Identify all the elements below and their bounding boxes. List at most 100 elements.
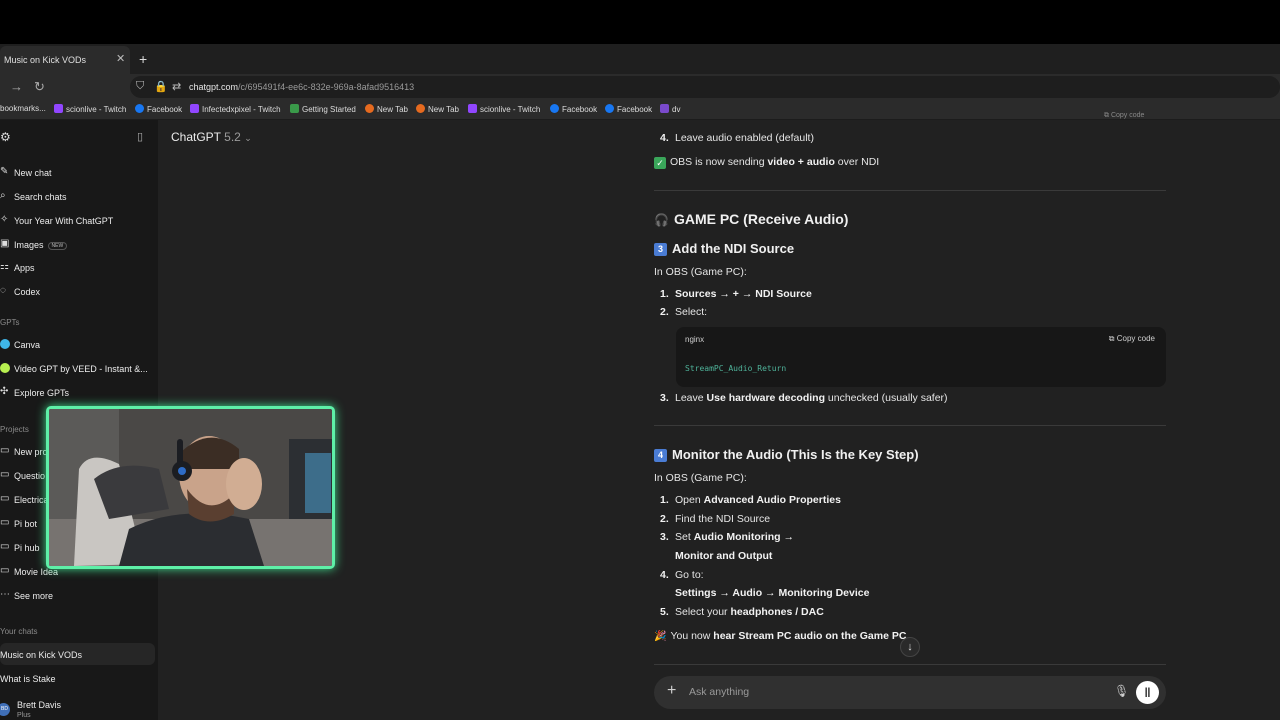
text-bold: headphones / DAC [730,606,824,618]
apps-icon: ⚏ [0,261,9,272]
folder-icon: ▭ [0,541,10,552]
folder-icon: ▭ [0,493,10,504]
folder-icon: ▭ [0,565,10,576]
text: Set [675,531,694,543]
bookmark-item[interactable]: scionlive - Twitch [54,104,126,114]
sidebar-item-new-chat[interactable]: ✎ New chat [0,161,158,183]
list-item: Sources → + → NDI Source [675,288,812,300]
bookmark-item[interactable]: scionlive - Twitch [468,104,540,114]
sidebar-item-label: New chat [14,168,52,178]
bookmark-label: New Tab [377,105,408,114]
text: Select your [675,606,731,618]
bookmark-item[interactable]: Facebook [605,104,652,114]
canva-icon [0,339,10,352]
sidebar-item-canva[interactable]: Canva [0,333,158,355]
headphones-icon: 🎧 [654,213,669,227]
bookmark-item[interactable]: Facebook [135,104,182,114]
copy-code-label: Copy code [1110,112,1145,119]
forward-icon[interactable]: → [10,79,23,94]
bookmark-item[interactable]: dv [660,104,680,114]
folder-icon: ▭ [0,445,10,456]
user-name: Brett Davis [17,700,62,710]
shield-icon[interactable]: ⛉ [136,80,144,93]
divider [654,425,1166,426]
veed-icon [0,363,10,376]
sidebar-item-images[interactable]: ▣ Images NEW [0,233,158,255]
message-input[interactable] [689,680,1089,704]
bookmark-label: dv [672,105,681,114]
chat-item-active[interactable]: Music on Kick VODs [0,643,155,665]
copy-code-button[interactable]: ⧉ Copy code [1109,334,1155,344]
sidebar-item-search[interactable]: ⌕ Search chats [0,185,158,207]
sidebar-item-label: Explore GPTs [14,388,70,398]
explore-icon: ✣ [0,386,9,397]
sidebar-item-explore-gpts[interactable]: ✣ Explore GPTs [0,381,158,403]
microphone-icon[interactable]: 🎙 [1114,684,1129,698]
list-number: 3. [660,531,669,543]
list-item: Select your headphones / DAC [675,606,824,618]
list-item: Set Audio Monitoring → [675,531,794,543]
list-item: Leave audio enabled (default) [675,132,814,144]
heading-text: Monitor the Audio (This Is the Key Step) [672,447,919,462]
scroll-down-button[interactable]: ↓ [900,637,920,657]
twitch-icon [54,104,63,113]
lock-icon[interactable]: 🔒 [154,80,168,93]
close-icon[interactable]: ✕ [116,52,125,65]
text-bold: Settings → Audio → Monitoring Device [675,587,870,599]
user-profile[interactable]: BD Brett Davis Plus [0,696,158,720]
firefox-icon [416,104,425,113]
code-language: nginx [685,335,705,344]
sidebar-item-codex[interactable]: ◌ Codex [0,280,158,302]
chatgpt-logo-icon[interactable]: ⚙ [0,130,11,144]
folder-icon: ▭ [0,517,10,528]
text-bold: Use hardware decoding [706,392,825,404]
bookmark-favicon [660,104,669,113]
bookmark-item[interactable]: Facebook [550,104,597,114]
bookmark-label: scionlive - Twitch [480,105,541,114]
sidebar-item-label: Pi bot [14,519,38,529]
bookmark-item[interactable]: New Tab [365,104,408,114]
model-selector[interactable]: ChatGPT 5.2 ⌄ [171,130,252,144]
voice-mode-button[interactable]: || [1136,681,1159,704]
bookmark-label: Getting Started [302,105,356,114]
step-heading: 4 Monitor the Audio (This Is the Key Step… [654,447,919,462]
chat-item[interactable]: What is Stake [0,667,158,689]
plus-icon[interactable]: + [667,682,676,700]
chat-item-label: What is Stake [0,674,56,684]
party-popper-icon: 🎉 [654,631,667,642]
check-icon: ✓ [654,157,666,169]
sidebar-item-label: Codex [14,287,41,297]
more-icon: ⋯ [0,589,10,600]
url-field[interactable]: ⛉ 🔒 ⇄ chatgpt.com/c/695491f4-ee6c-832e-9… [130,76,1280,98]
bookmark-item[interactable]: bookmarks... [0,104,46,113]
keycap-4-icon: 4 [654,449,667,462]
text-bold: Audio Monitoring → [693,531,794,543]
text: Open [675,494,704,506]
top-black-bar [0,0,1280,44]
bookmark-item[interactable]: Getting Started [290,104,356,114]
bookmark-label: Facebook [617,105,653,114]
list-item: Open Advanced Audio Properties [675,494,841,506]
new-tab-icon[interactable]: + [139,51,147,67]
bookmark-label: Infectedxpixel - Twitch [202,105,281,114]
site-settings-icon[interactable]: ⇄ [172,80,181,93]
copy-code-button-top[interactable]: ⧉ Copy code [1104,112,1166,124]
copy-code-label: Copy code [1116,334,1155,343]
obs-status: ✓ OBS is now sending video + audio over N… [654,156,879,169]
search-icon: ⌕ [0,190,6,201]
sidebar-item-veed[interactable]: Video GPT by VEED - Instant &... [0,357,158,379]
final-note: 🎉 You now hear Stream PC audio on the Gam… [654,630,906,642]
sidebar-item-year[interactable]: ✧ Your Year With ChatGPT [0,209,158,231]
twitch-icon [190,104,199,113]
text: unchecked (usually safer) [824,392,948,404]
browser-tab[interactable]: Music on Kick VODs ✕ [0,46,130,74]
reload-icon[interactable]: ↻ [34,79,45,95]
sidebar-toggle-icon[interactable]: ▯ [137,130,143,143]
chat-item-label: Music on Kick VODs [0,650,83,660]
bookmark-item[interactable]: Infectedxpixel - Twitch [190,104,281,114]
sidebar-item-see-more[interactable]: ⋯ See more [0,584,158,606]
sidebar-item-apps[interactable]: ⚏ Apps [0,256,158,278]
bookmark-item[interactable]: New Tab [416,104,459,114]
sidebar-item-label: Pi hub [14,543,40,553]
bookmark-label: Facebook [562,105,598,114]
